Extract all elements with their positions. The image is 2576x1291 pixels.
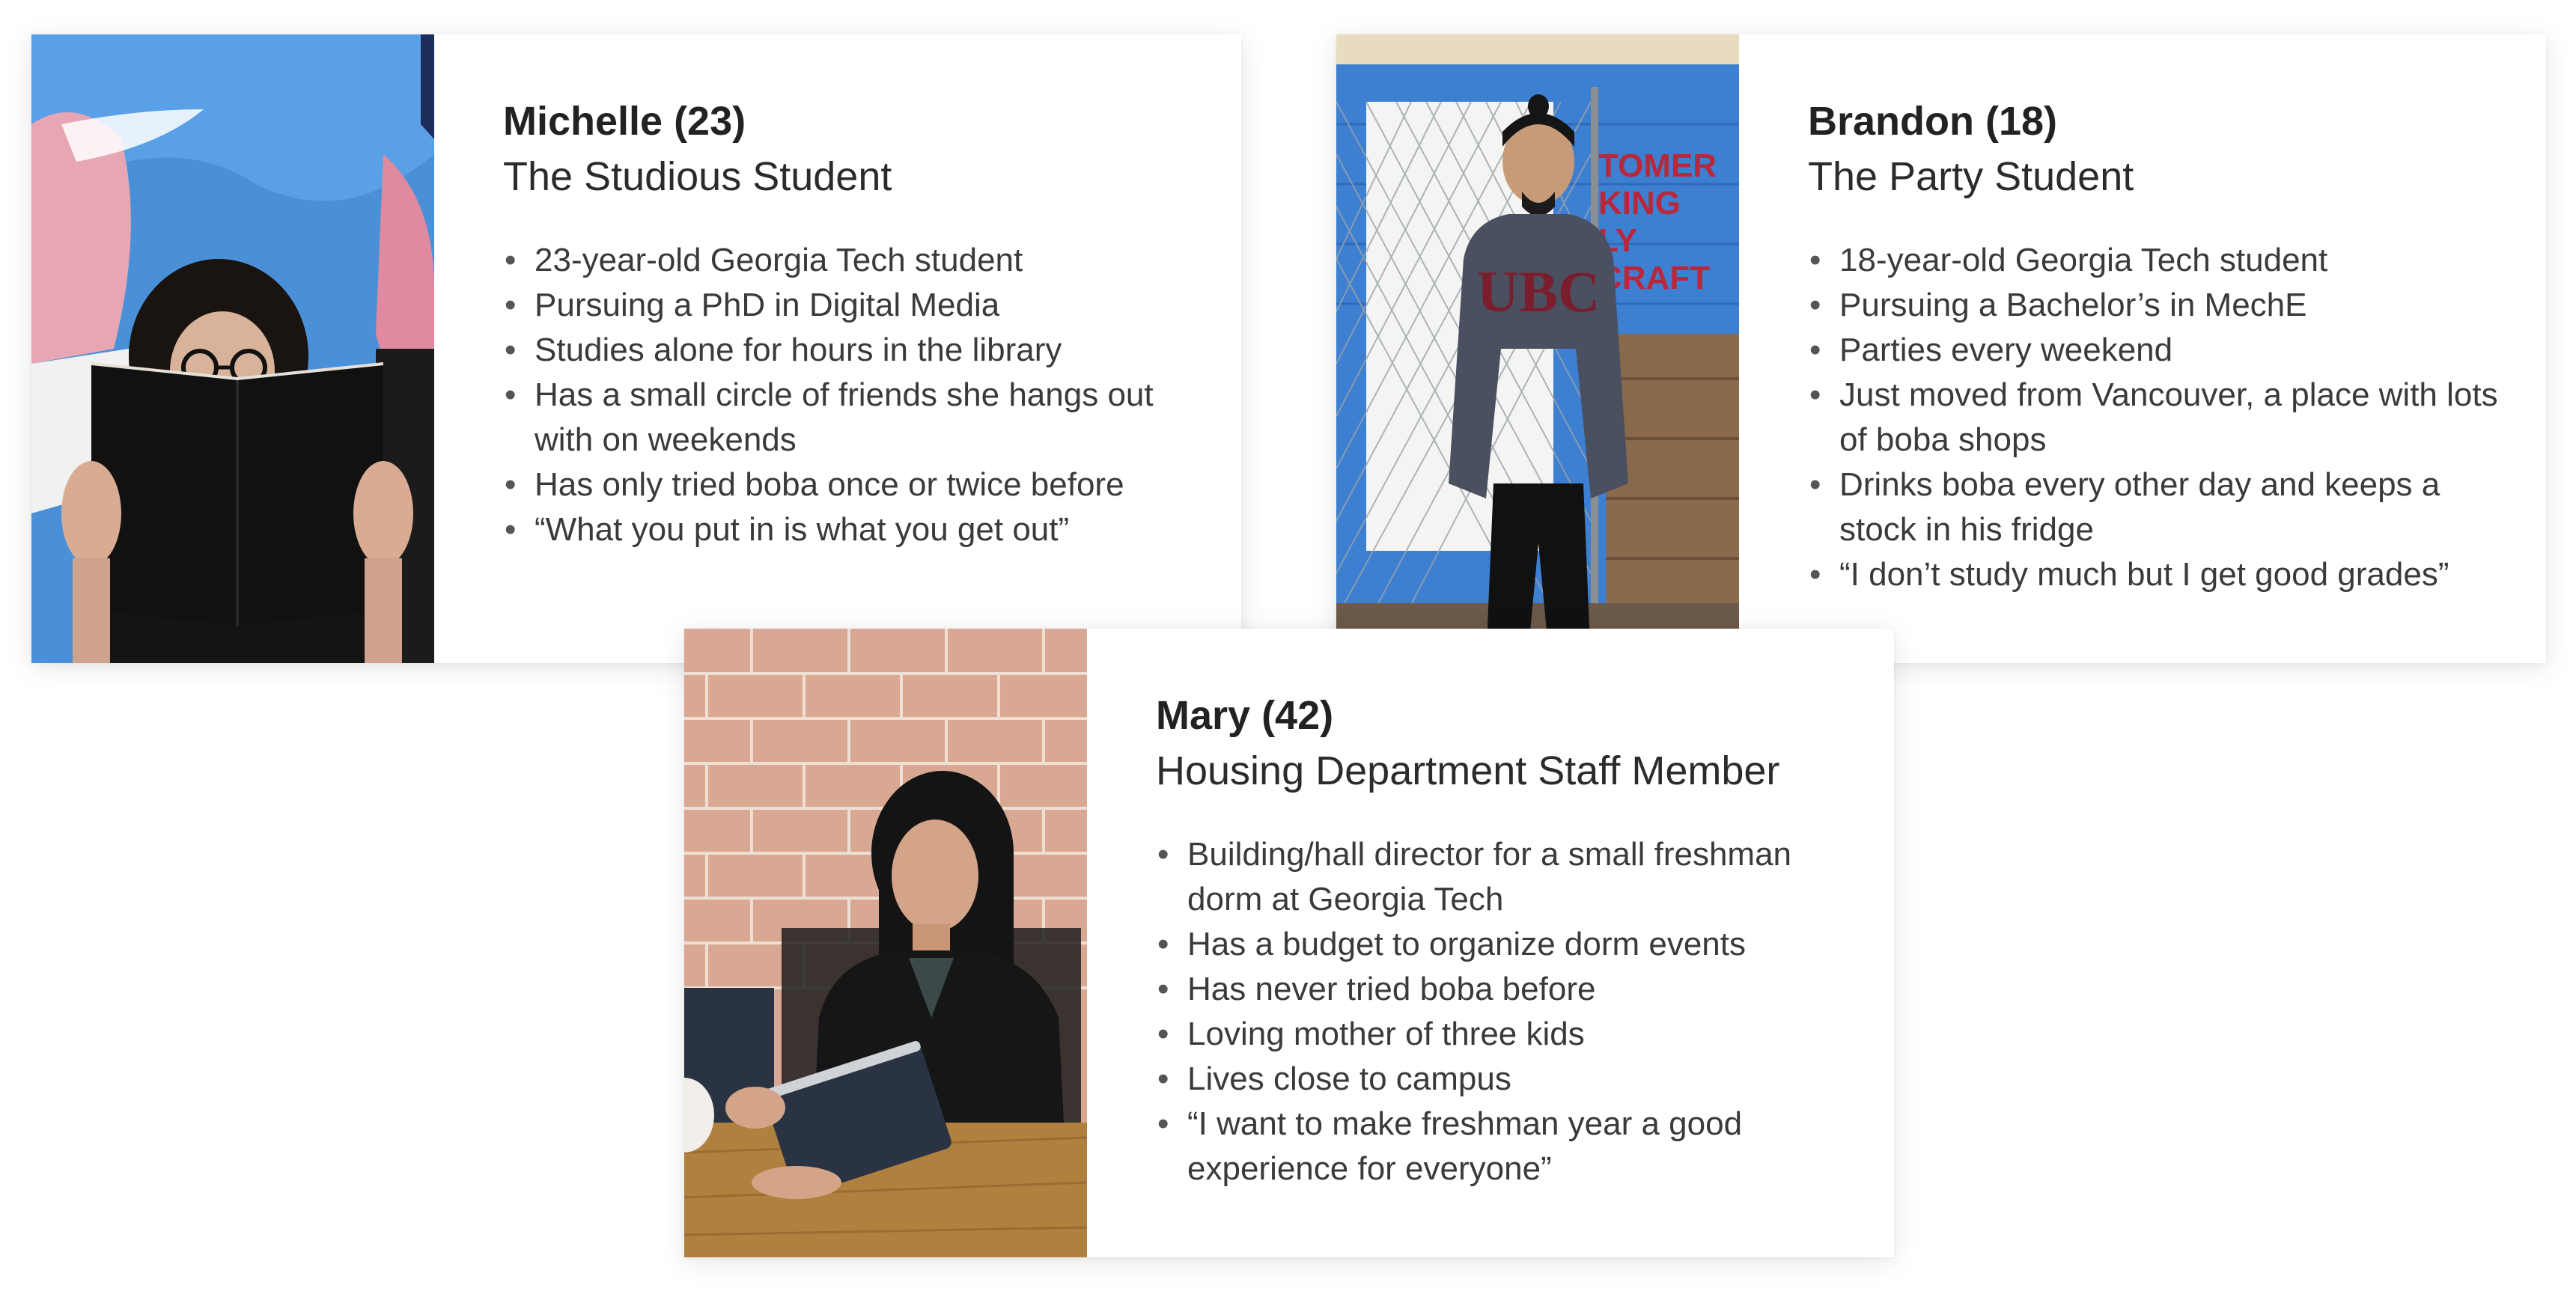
- persona-traits-list: Building/hall director for a small fresh…: [1156, 832, 1864, 1191]
- trait-item: “What you put in is what you get out”: [503, 507, 1211, 552]
- persona-card-brandon: TOMER KING LY CRAFT UBC Brandon (18) The…: [1336, 34, 2546, 663]
- trait-item: Has a small circle of friends she hangs …: [503, 373, 1211, 463]
- trait-item: Parties every weekend: [1808, 328, 2516, 373]
- trait-item: Has only tried boba once or twice before: [503, 463, 1211, 507]
- michelle-info: Michelle (23) The Studious Student 23-ye…: [434, 34, 1241, 663]
- trait-item: Studies alone for hours in the library: [503, 328, 1211, 373]
- persona-name: Brandon (18): [1808, 99, 2058, 144]
- mary-info: Mary (42) Housing Department Staff Membe…: [1087, 629, 1894, 1257]
- trait-item: “I don’t study much but I get good grade…: [1808, 552, 2516, 597]
- persona-name: Michelle (23): [503, 99, 746, 144]
- persona-traits-list: 18-year-old Georgia Tech student Pursuin…: [1808, 238, 2516, 597]
- persona-traits-list: 23-year-old Georgia Tech student Pursuin…: [503, 238, 1211, 552]
- persona-role: The Party Student: [1808, 154, 2134, 199]
- trait-item: Pursuing a PhD in Digital Media: [503, 283, 1211, 328]
- trait-item: Lives close to campus: [1156, 1057, 1864, 1102]
- mary-photo: [684, 629, 1087, 1257]
- trait-item: Just moved from Vancouver, a place with …: [1808, 373, 2516, 463]
- trait-item: “I want to make freshman year a good exp…: [1156, 1102, 1864, 1191]
- persona-role: Housing Department Staff Member: [1156, 748, 1780, 793]
- trait-item: 18-year-old Georgia Tech student: [1808, 238, 2516, 283]
- trait-item: Pursuing a Bachelor’s in MechE: [1808, 283, 2516, 328]
- trait-item: Has a budget to organize dorm events: [1156, 922, 1864, 967]
- persona-card-michelle: Michelle (23) The Studious Student 23-ye…: [31, 34, 1241, 663]
- trait-item: Drinks boba every other day and keeps a …: [1808, 463, 2516, 552]
- mural-text-1: TOMER: [1598, 147, 1717, 184]
- trait-item: 23-year-old Georgia Tech student: [503, 238, 1211, 283]
- michelle-photo: [31, 34, 434, 663]
- persona-name: Mary (42): [1156, 693, 1334, 738]
- persona-role: The Studious Student: [503, 154, 892, 199]
- trait-item: Has never tried boba before: [1156, 967, 1864, 1012]
- brandon-photo: TOMER KING LY CRAFT UBC: [1336, 34, 1739, 663]
- brandon-info: Brandon (18) The Party Student 18-year-o…: [1739, 34, 2546, 663]
- trait-item: Loving mother of three kids: [1156, 1012, 1864, 1057]
- persona-card-mary: Mary (42) Housing Department Staff Membe…: [684, 629, 1894, 1257]
- trait-item: Building/hall director for a small fresh…: [1156, 832, 1864, 922]
- sweater-logo-text: UBC: [1477, 259, 1601, 324]
- mural-text-2: KING: [1598, 185, 1681, 222]
